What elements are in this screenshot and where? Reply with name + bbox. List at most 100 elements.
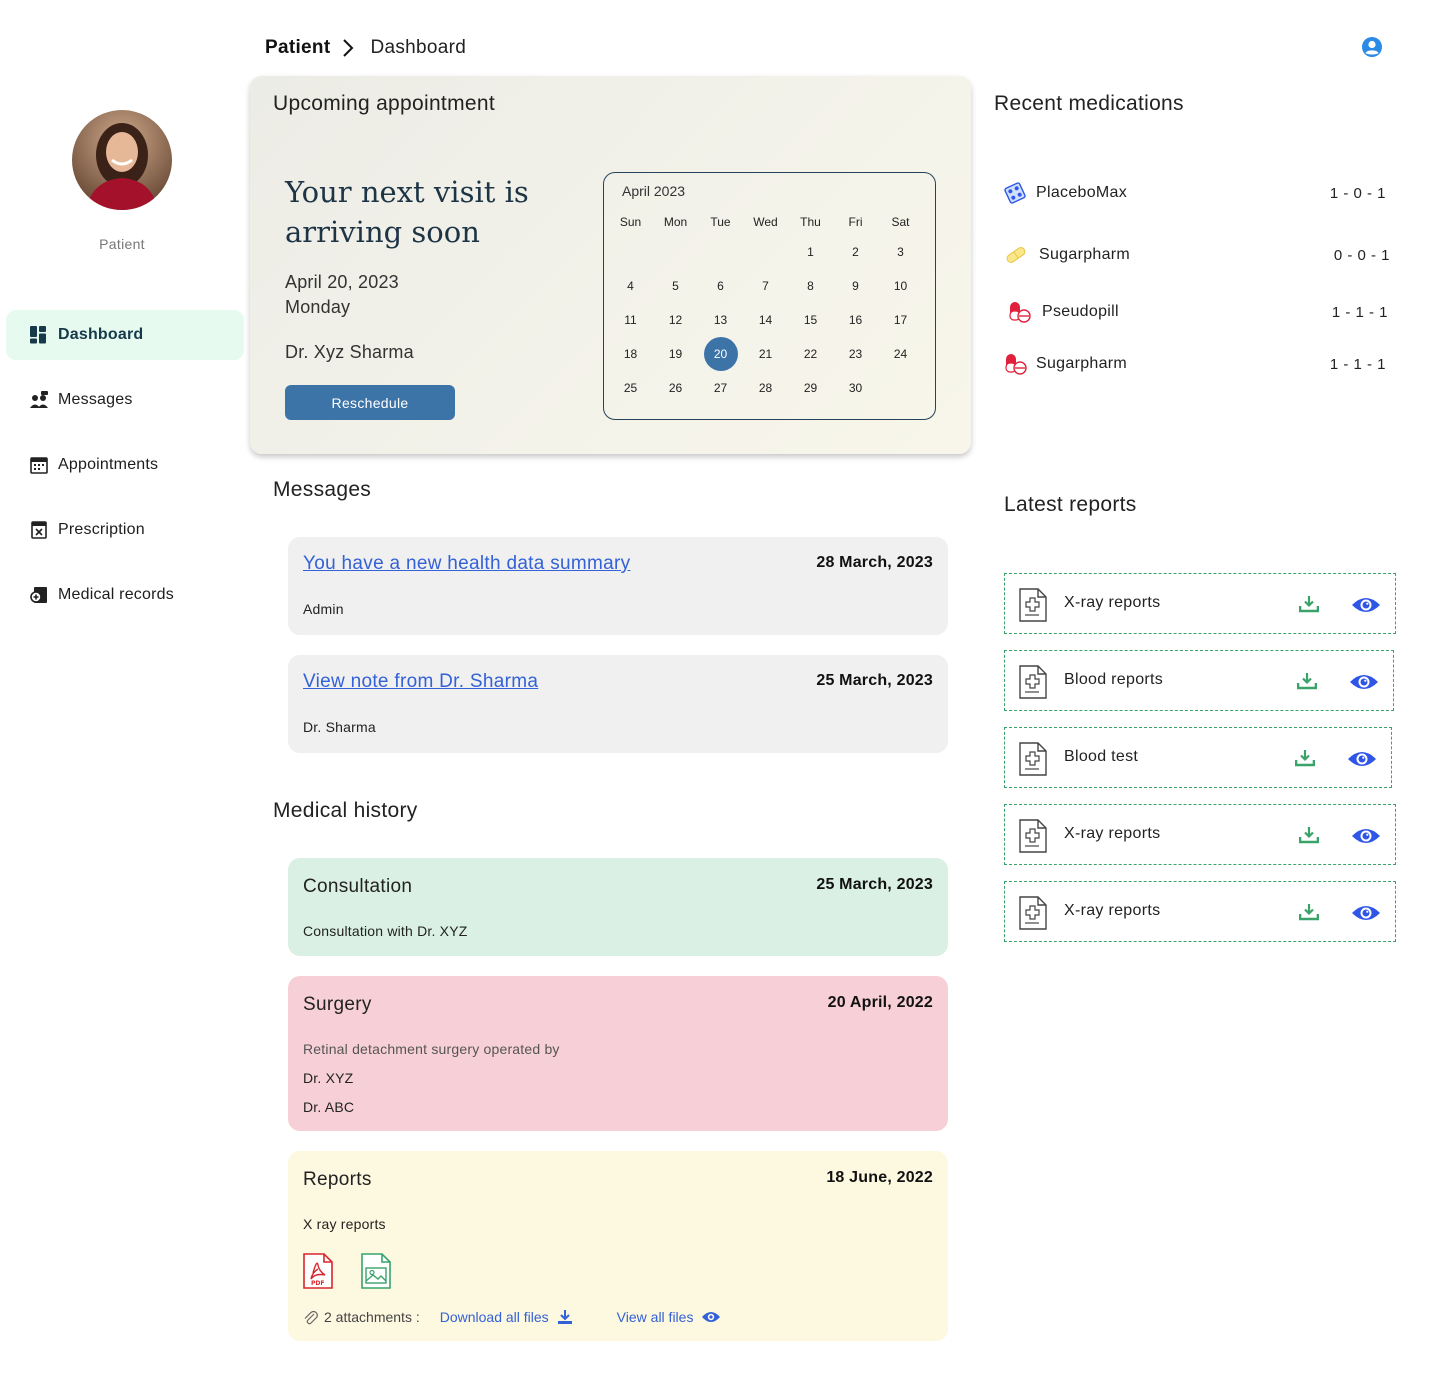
- calendar-day[interactable]: 11: [608, 303, 653, 337]
- calendar-day-number: 24: [893, 347, 908, 361]
- calendar-day-number: 23: [848, 347, 863, 361]
- calendar-day[interactable]: 3: [878, 235, 923, 269]
- message-date: 28 March, 2023: [816, 554, 933, 571]
- calendar-day[interactable]: 25: [608, 371, 653, 405]
- calendar-day-selected[interactable]: 20: [698, 337, 743, 371]
- user-role: Patient: [99, 236, 145, 252]
- capsule-icon: [1004, 353, 1028, 375]
- sidebar-item-messages[interactable]: Messages: [6, 375, 244, 425]
- calendar-day-number: 20: [703, 337, 738, 371]
- report-card[interactable]: X-ray reports: [1004, 804, 1396, 865]
- download-icon[interactable]: [1296, 672, 1318, 695]
- view-all-files-link[interactable]: View all files: [617, 1309, 722, 1325]
- view-all-label: View all files: [616, 1309, 694, 1325]
- download-all-files-link[interactable]: Download all files: [440, 1309, 573, 1325]
- calendar-day[interactable]: 18: [608, 337, 653, 371]
- calendar-day[interactable]: 21: [743, 337, 788, 371]
- breadcrumb: Patient Dashboard: [265, 36, 466, 60]
- report-card[interactable]: X-ray reports: [1004, 573, 1396, 634]
- calendar-day[interactable]: 27: [698, 371, 743, 405]
- calendar-day[interactable]: 19: [653, 337, 698, 371]
- sidebar-item-label: Prescription: [58, 521, 145, 538]
- calendar-month: April 2023: [622, 183, 686, 199]
- image-file-icon[interactable]: [361, 1253, 391, 1294]
- medication-dose: 1 - 1 - 1: [1329, 355, 1386, 373]
- calendar-day[interactable]: 9: [833, 269, 878, 303]
- report-name: X-ray reports: [1064, 902, 1161, 919]
- calendar-day[interactable]: 14: [743, 303, 788, 337]
- appointment-doctor: Dr. Xyz Sharma: [285, 342, 414, 362]
- report-card[interactable]: Blood reports: [1004, 650, 1394, 711]
- calendar-day[interactable]: 22: [788, 337, 833, 371]
- medical-document-icon: [1019, 896, 1047, 935]
- calendar-day[interactable]: 2: [833, 235, 878, 269]
- calendar-day-number: 2: [852, 245, 859, 259]
- eye-icon[interactable]: [1351, 827, 1381, 850]
- eye-icon[interactable]: [1347, 750, 1377, 773]
- download-icon[interactable]: [1298, 595, 1320, 618]
- calendar-day[interactable]: 17: [878, 303, 923, 337]
- calendar-day[interactable]: 24: [878, 337, 923, 371]
- sidebar-item-dashboard[interactable]: Dashboard: [6, 310, 244, 360]
- history-item-text: X ray reports: [303, 1216, 386, 1232]
- calendar-day[interactable]: 13: [698, 303, 743, 337]
- dashboard-icon: [28, 324, 50, 346]
- history-item-title: Consultation: [303, 876, 413, 897]
- report-card[interactable]: Blood test: [1004, 727, 1392, 788]
- calendar-day[interactable]: 28: [743, 371, 788, 405]
- calendar-day-number: 19: [668, 347, 683, 361]
- download-icon[interactable]: [1298, 826, 1320, 849]
- medical-document-icon: [1019, 819, 1047, 858]
- calendar-day-number: 15: [803, 313, 818, 327]
- calendar-day[interactable]: 30: [833, 371, 878, 405]
- eye-icon[interactable]: [1351, 596, 1381, 619]
- eye-icon[interactable]: [1351, 904, 1381, 927]
- calendar-empty-cell: [653, 235, 698, 269]
- message-subject-link[interactable]: You have a new health data summary: [303, 553, 630, 575]
- report-card[interactable]: X-ray reports: [1004, 881, 1396, 942]
- consultation-card[interactable]: Consultation 25 March, 2023 Consultation…: [288, 858, 948, 956]
- calendar-day[interactable]: 16: [833, 303, 878, 337]
- upcoming-appointment-card: Upcoming appointment Your next visit is …: [250, 76, 971, 454]
- calendar-day[interactable]: 7: [743, 269, 788, 303]
- calendar-day-number: 26: [668, 381, 683, 395]
- calendar-day-number: 25: [623, 381, 638, 395]
- sidebar-item-medical-records[interactable]: Medical records: [6, 570, 244, 620]
- calendar-day[interactable]: 1: [788, 235, 833, 269]
- calendar-day[interactable]: 15: [788, 303, 833, 337]
- download-icon[interactable]: [1294, 749, 1316, 772]
- medical-document-icon: [1019, 665, 1047, 704]
- medical-document-icon: [1019, 742, 1047, 781]
- reports-card[interactable]: Reports 18 June, 2022 X ray reports PDF …: [288, 1151, 948, 1341]
- message-card[interactable]: View note from Dr. Sharma 25 March, 2023…: [288, 655, 948, 753]
- calendar-day[interactable]: 5: [653, 269, 698, 303]
- calendar-day[interactable]: 8: [788, 269, 833, 303]
- calendar-day-number: 28: [758, 381, 773, 395]
- calendar-day[interactable]: 26: [653, 371, 698, 405]
- history-item-date: 18 June, 2022: [826, 1169, 933, 1186]
- calendar-grid: Sun Mon Tue Wed Thu Fri Sat 1 2 3 4 5 6 7 8 9 10 11 12 13 14…: [608, 209, 933, 405]
- calendar-day-number: 1: [807, 245, 814, 259]
- calendar-day-number: 9: [852, 279, 859, 293]
- calendar-day[interactable]: 12: [653, 303, 698, 337]
- surgery-card[interactable]: Surgery 20 April, 2022 Retinal detachmen…: [288, 976, 948, 1131]
- message-subject-link[interactable]: View note from Dr. Sharma: [303, 671, 538, 693]
- message-card[interactable]: You have a new health data summary 28 Ma…: [288, 537, 948, 635]
- sidebar-item-prescription[interactable]: Prescription: [6, 505, 244, 555]
- pill-icon: [1004, 244, 1028, 266]
- sidebar-item-label: Appointments: [58, 456, 159, 473]
- calendar-day[interactable]: 6: [698, 269, 743, 303]
- download-icon[interactable]: [1298, 903, 1320, 926]
- calendar-day[interactable]: 10: [878, 269, 923, 303]
- calendar-day-number: 5: [672, 279, 679, 293]
- svg-text:PDF: PDF: [311, 1280, 324, 1287]
- reschedule-button[interactable]: Reschedule: [285, 385, 455, 420]
- breadcrumb-root[interactable]: Patient: [265, 37, 330, 59]
- calendar-day[interactable]: 23: [833, 337, 878, 371]
- user-account-icon[interactable]: [1361, 36, 1383, 58]
- calendar-day[interactable]: 4: [608, 269, 653, 303]
- sidebar-item-appointments[interactable]: Appointments: [6, 440, 244, 490]
- pdf-file-icon[interactable]: PDF: [303, 1253, 333, 1294]
- calendar-day[interactable]: 29: [788, 371, 833, 405]
- eye-icon[interactable]: [1349, 673, 1379, 696]
